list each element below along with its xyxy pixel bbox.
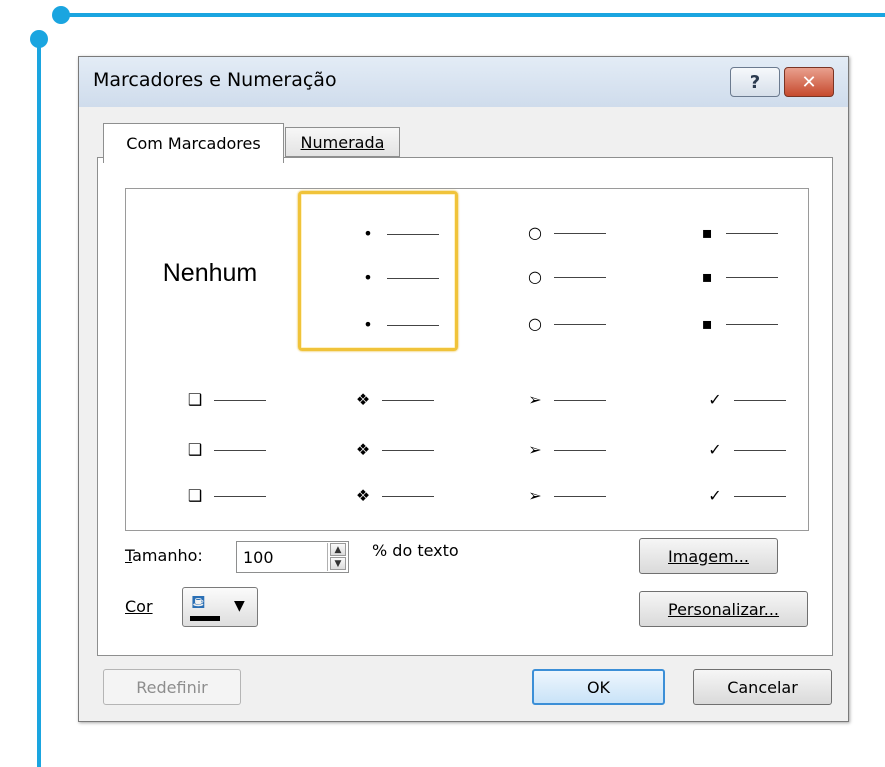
bullet-dot-icon: • xyxy=(363,224,373,243)
checkmark-icon: ✓ xyxy=(708,440,722,459)
arrowhead-icon: ➢ xyxy=(528,390,542,409)
reset-button[interactable]: Redefinir xyxy=(103,669,241,705)
ok-button-label: OK xyxy=(586,677,611,697)
dialog-title: Marcadores e Numeração xyxy=(93,69,337,91)
help-button[interactable]: ? xyxy=(730,67,780,97)
bullet-gallery: Nenhum • • • ○ ○ ○ ▪ ▪ ▪ ❑ ❑ ❑ ❖ ❖ ❖ ➢ ➢… xyxy=(125,188,809,531)
image-button-label: Imagem... xyxy=(668,546,749,566)
hollow-square-icon: ❑ xyxy=(187,390,203,409)
customize-button[interactable]: Personalizar... xyxy=(639,591,808,627)
size-label-text: amanho: xyxy=(132,546,203,565)
cancel-button[interactable]: Cancelar xyxy=(693,669,832,705)
customize-button-label: Personalizar... xyxy=(667,599,780,619)
decorative-dot xyxy=(52,6,70,24)
checkmark-icon: ✓ xyxy=(708,486,722,505)
bullet-option-filled-square[interactable]: ▪ ▪ ▪ xyxy=(642,193,802,353)
bullet-option-none[interactable]: Nenhum xyxy=(130,193,290,353)
bullet-option-arrowhead[interactable]: ➢ ➢ ➢ xyxy=(470,361,630,521)
help-icon: ? xyxy=(749,71,761,93)
spin-down-icon[interactable]: ▼ xyxy=(330,557,346,570)
size-label: Tamanho: xyxy=(125,546,203,565)
reset-button-label: Redefinir xyxy=(136,677,208,697)
arrowhead-icon: ➢ xyxy=(528,486,542,505)
size-suffix: % do texto xyxy=(372,541,459,560)
tab-bulleted-label: Com Marcadores xyxy=(126,134,261,153)
decorative-top-line xyxy=(60,13,885,17)
hollow-circle-icon: ○ xyxy=(528,314,542,333)
diamond-star-icon: ❖ xyxy=(355,390,371,409)
checkmark-icon: ✓ xyxy=(708,390,722,409)
hollow-square-icon: ❑ xyxy=(187,486,203,505)
bullet-option-none-label: Nenhum xyxy=(162,258,258,287)
tab-numbered-label: Numerada xyxy=(300,132,385,152)
bullet-option-diamond-star[interactable]: ❖ ❖ ❖ xyxy=(298,361,458,521)
tab-panel: Nenhum • • • ○ ○ ○ ▪ ▪ ▪ ❑ ❑ ❑ ❖ ❖ ❖ ➢ ➢… xyxy=(97,157,833,656)
bullet-dot-icon: • xyxy=(363,315,373,334)
tab-numbered[interactable]: Numerada xyxy=(285,127,400,157)
ok-button[interactable]: OK xyxy=(532,669,665,705)
hollow-circle-icon: ○ xyxy=(528,267,542,286)
close-button[interactable]: ✕ xyxy=(784,67,834,97)
size-spinner[interactable]: ▲ ▼ xyxy=(327,543,348,571)
spin-up-icon[interactable]: ▲ xyxy=(330,543,346,556)
tab-bulleted[interactable]: Com Marcadores xyxy=(103,123,284,163)
diamond-star-icon: ❖ xyxy=(355,486,371,505)
arrowhead-icon: ➢ xyxy=(528,440,542,459)
color-picker-button[interactable]: ⛾ ▼ xyxy=(182,587,258,627)
filled-square-icon: ▪ xyxy=(701,223,713,242)
bullet-option-dot[interactable]: • • • xyxy=(298,191,458,351)
cancel-button-label: Cancelar xyxy=(727,677,798,697)
paint-bucket-icon: ⛾ xyxy=(191,592,206,613)
bullet-dot-icon: • xyxy=(363,268,373,287)
hollow-square-icon: ❑ xyxy=(187,440,203,459)
chevron-down-icon: ▼ xyxy=(234,598,245,614)
close-icon: ✕ xyxy=(801,71,817,93)
color-label: Cor xyxy=(125,597,153,616)
decorative-left-line xyxy=(37,38,41,767)
bullet-option-checkmark[interactable]: ✓ ✓ ✓ xyxy=(642,361,802,521)
title-bar: Marcadores e Numeração ? ✕ xyxy=(79,57,848,107)
bullet-option-hollow-circle[interactable]: ○ ○ ○ xyxy=(470,193,630,353)
bullet-option-hollow-square[interactable]: ❑ ❑ ❑ xyxy=(130,361,290,521)
image-button[interactable]: Imagem... xyxy=(639,538,778,574)
decorative-dot xyxy=(30,30,48,48)
hollow-circle-icon: ○ xyxy=(528,223,542,242)
bullets-numbering-dialog: Marcadores e Numeração ? ✕ Com Marcadore… xyxy=(78,56,849,722)
diamond-star-icon: ❖ xyxy=(355,440,371,459)
color-swatch xyxy=(190,616,220,621)
filled-square-icon: ▪ xyxy=(701,314,713,333)
filled-square-icon: ▪ xyxy=(701,267,713,286)
